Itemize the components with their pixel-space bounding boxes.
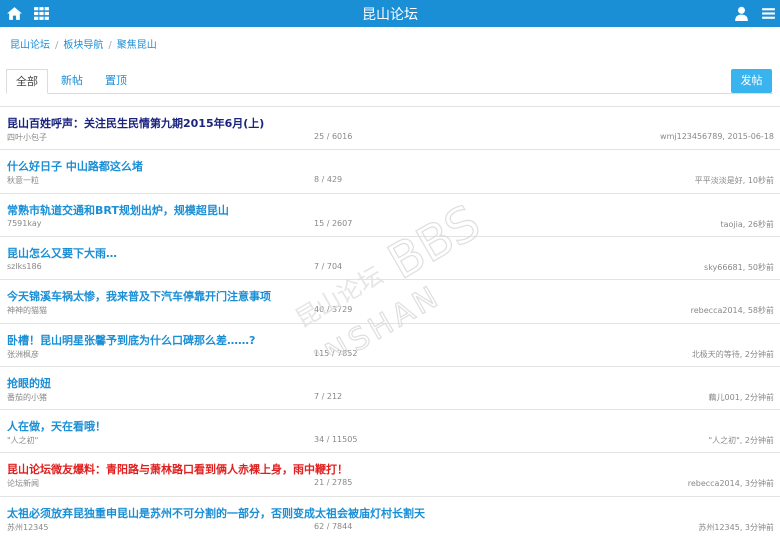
thread-last-reply: rebecca2014, 3分钟前 — [687, 479, 774, 489]
thread-counts: 25 / 6016 — [314, 132, 353, 141]
new-post-button[interactable]: 发帖 — [731, 69, 772, 93]
thread-last-reply: rebecca2014, 58秒前 — [690, 306, 774, 316]
top-navbar: 昆山论坛 — [0, 0, 780, 27]
thread-row[interactable]: 太祖必须放弃昆独重申昆山是苏州不可分割的一部分，否则变成太祖会被庙灯村长割天 苏州… — [0, 495, 780, 539]
thread-title[interactable]: 太祖必须放弃昆独重申昆山是苏州不可分割的一部分，否则变成太祖会被庙灯村长割天 — [7, 505, 425, 521]
thread-counts: 7 / 212 — [314, 391, 343, 401]
thread-author[interactable]: 苏州12345 — [7, 522, 48, 533]
thread-title[interactable]: 什么好日子 中山路都这么堵 — [7, 158, 143, 174]
thread-author[interactable]: 论坛新闻 — [7, 478, 39, 489]
breadcrumb-separator: / — [108, 40, 112, 51]
thread-last-reply: 藕儿001, 2分钟前 — [708, 392, 774, 402]
thread-row[interactable]: 抢眼的妞 番茄的小猪 7 / 212 藕儿001, 2分钟前 — [0, 365, 780, 409]
user-icon[interactable] — [733, 5, 750, 22]
thread-title[interactable]: 昆山怎么又要下大雨… — [7, 245, 117, 261]
tab-new[interactable]: 新帖 — [52, 69, 92, 94]
menu-icon[interactable] — [760, 5, 777, 22]
thread-counts: 15 / 2607 — [314, 218, 353, 228]
thread-title[interactable]: 卧槽！昆山明星张馨予到底为什么口碑那么差……? — [7, 332, 255, 348]
thread-counts: 34 / 11505 — [314, 435, 358, 445]
tab-sticky[interactable]: 置顶 — [96, 69, 136, 94]
thread-author[interactable]: 张洲枫彦 — [7, 349, 39, 360]
thread-title[interactable]: 昆山百姓呼声：关注民生民情第九期2015年6月(上) — [7, 115, 264, 131]
breadcrumb: 昆山论坛 / 板块导航 / 聚焦昆山 — [10, 36, 157, 51]
thread-row[interactable]: 卧槽！昆山明星张馨予到底为什么口碑那么差……? 张洲枫彦 115 / 7852 北极天… — [0, 322, 780, 366]
page-title: 昆山论坛 — [362, 7, 418, 23]
thread-counts: 7 / 704 — [314, 261, 343, 271]
thread-last-reply: taojia, 26秒前 — [720, 219, 774, 229]
thread-row[interactable]: 人在做，天在看哦！ "人之初" 34 / 11505 "人之初", 2分钟前 — [0, 409, 780, 452]
breadcrumb-item-current[interactable]: 聚焦昆山 — [117, 40, 157, 51]
thread-author[interactable]: 7591kay — [7, 219, 42, 228]
thread-row[interactable]: 什么好日子 中山路都这么堵 秋意一粒 8 / 429 平平淡淡是好, 10秒前 — [0, 149, 780, 192]
thread-author[interactable]: 四叶小包子 — [7, 132, 47, 143]
thread-row[interactable]: 今天锦溪车祸太惨，我来普及下汽车停靠开门注意事项 神神的猫猫 40 / 3729 re… — [0, 279, 780, 322]
thread-counts: 40 / 3729 — [314, 305, 353, 315]
thread-author[interactable]: szlks186 — [7, 262, 42, 271]
thread-author[interactable]: 秋意一粒 — [7, 175, 39, 186]
thread-title[interactable]: 今天锦溪车祸太惨，我来普及下汽车停靠开门注意事项 — [7, 288, 271, 304]
thread-last-reply: wmj123456789, 2015-06-18 — [660, 132, 774, 141]
breadcrumb-separator: / — [55, 40, 59, 51]
thread-last-reply: 平平淡淡是好, 10秒前 — [694, 176, 774, 186]
thread-last-reply: sky66681, 50秒前 — [704, 262, 774, 272]
thread-last-reply: 苏州12345, 3分钟前 — [698, 522, 774, 532]
thread-counts: 21 / 2785 — [314, 478, 353, 488]
thread-row[interactable]: 昆山怎么又要下大雨… szlks186 7 / 704 sky66681, 50秒前 — [0, 235, 780, 279]
thread-title[interactable]: 昆山论坛微友爆料：青阳路与萧林路口看到俩人赤裸上身，雨中鞭打！ — [7, 461, 348, 477]
breadcrumb-item-nav[interactable]: 板块导航 — [63, 40, 103, 51]
thread-author[interactable]: "人之初" — [7, 435, 38, 446]
tab-bar: 全部 新帖 置顶 — [6, 69, 773, 94]
thread-last-reply: "人之初", 2分钟前 — [708, 436, 774, 446]
thread-counts: 115 / 7852 — [314, 348, 358, 358]
thread-row[interactable]: 常熟市轨道交通和BRT规划出炉，规模超昆山 7591kay 15 / 2607 tao… — [0, 192, 780, 236]
thread-title[interactable]: 人在做，天在看哦！ — [7, 418, 106, 434]
thread-row[interactable]: 昆山论坛微友爆料：青阳路与萧林路口看到俩人赤裸上身，雨中鞭打！ 论坛新闻 21 / … — [0, 452, 780, 495]
thread-author[interactable]: 番茄的小猪 — [7, 392, 47, 403]
thread-title[interactable]: 常熟市轨道交通和BRT规划出炉，规模超昆山 — [7, 202, 229, 218]
tab-all[interactable]: 全部 — [6, 69, 48, 94]
thread-title[interactable]: 抢眼的妞 — [7, 375, 51, 391]
thread-author[interactable]: 神神的猫猫 — [7, 305, 47, 316]
thread-row[interactable]: 昆山百姓呼声：关注民生民情第九期2015年6月(上) 四叶小包子 25 / 6016… — [0, 106, 780, 149]
thread-counts: 8 / 429 — [314, 175, 343, 185]
thread-counts: 62 / 7844 — [314, 521, 353, 531]
breadcrumb-item-forum[interactable]: 昆山论坛 — [10, 40, 50, 51]
thread-last-reply: 北极天的等待, 2分钟前 — [691, 349, 774, 359]
